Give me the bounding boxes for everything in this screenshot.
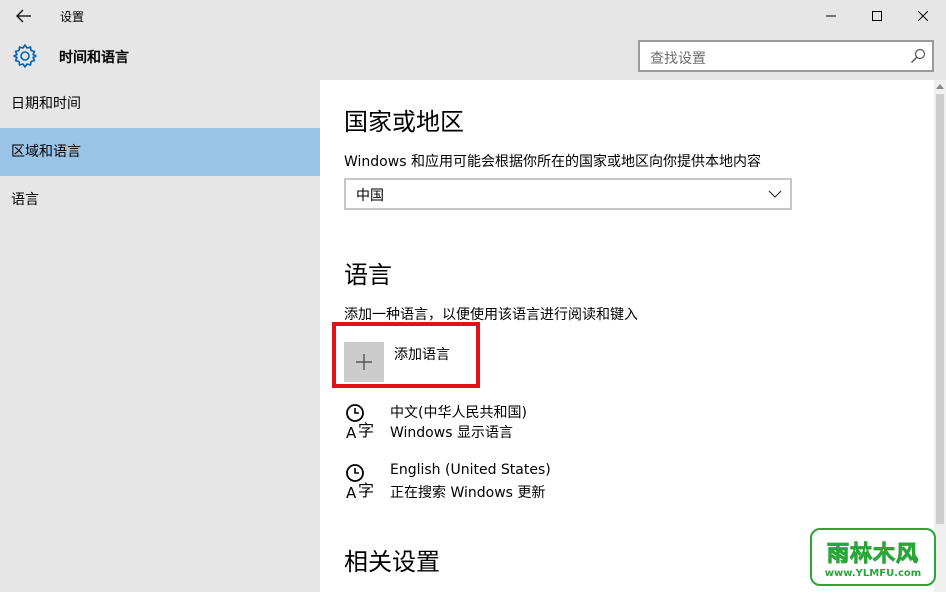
related-settings-heading: 相关设置 xyxy=(344,548,440,576)
country-dropdown[interactable]: 中国 xyxy=(344,178,792,210)
language-icon: A 字 xyxy=(346,464,374,502)
chevron-down-icon xyxy=(768,190,782,198)
title-bar: 设置 xyxy=(0,0,946,32)
minimize-button[interactable] xyxy=(808,0,854,32)
page-header: 时间和语言 xyxy=(0,38,320,74)
highlight-box xyxy=(332,322,480,388)
minimize-icon xyxy=(826,15,836,17)
watermark-url: www.YLMFU.com xyxy=(824,568,922,579)
language-name: English (United States) xyxy=(390,462,551,478)
sidebar-item-region-language[interactable]: 区域和语言 xyxy=(0,128,320,176)
close-button[interactable] xyxy=(900,0,946,32)
language-icon: A 字 xyxy=(346,404,374,442)
svg-text:A: A xyxy=(346,484,357,502)
back-button[interactable] xyxy=(8,2,40,30)
search-icon xyxy=(911,48,926,63)
language-item-chinese[interactable]: A 字 中文(中华人民共和国) Windows 显示语言 xyxy=(344,402,744,446)
language-status: Windows 显示语言 xyxy=(390,425,513,441)
page-title: 时间和语言 xyxy=(59,50,129,66)
maximize-icon xyxy=(872,11,882,21)
back-arrow-icon xyxy=(16,9,31,23)
watermark-logo: 雨林木风 www.YLMFU.com xyxy=(810,528,936,586)
search-input[interactable]: 查找设置 xyxy=(638,40,934,72)
language-heading: 语言 xyxy=(344,261,392,289)
language-item-english[interactable]: A 字 English (United States) 正在搜索 Windows… xyxy=(344,462,744,506)
svg-text:A: A xyxy=(346,424,357,442)
app-title: 设置 xyxy=(60,10,85,24)
country-value: 中国 xyxy=(356,188,384,204)
region-description: Windows 和应用可能会根据你所在的国家或地区向你提供本地内容 xyxy=(344,154,761,170)
region-heading: 国家或地区 xyxy=(344,108,464,136)
scroll-thumb[interactable] xyxy=(936,94,944,524)
scroll-up-button[interactable] xyxy=(934,80,946,92)
language-status: 正在搜索 Windows 更新 xyxy=(390,485,546,501)
language-description: 添加一种语言，以便使用该语言进行阅读和键入 xyxy=(344,307,638,323)
search-placeholder: 查找设置 xyxy=(650,51,706,67)
scroll-up-icon xyxy=(936,84,944,89)
gear-icon xyxy=(13,44,37,68)
scrollbar[interactable] xyxy=(934,80,946,592)
sidebar-item-speech[interactable]: 语言 xyxy=(0,176,320,224)
language-name: 中文(中华人民共和国) xyxy=(390,405,527,421)
close-icon xyxy=(918,11,928,21)
maximize-button[interactable] xyxy=(854,0,900,32)
svg-text:字: 字 xyxy=(358,421,374,440)
watermark-brand: 雨林木风 xyxy=(826,542,919,568)
sidebar-item-date-time[interactable]: 日期和时间 xyxy=(0,80,320,128)
svg-text:字: 字 xyxy=(358,481,374,500)
